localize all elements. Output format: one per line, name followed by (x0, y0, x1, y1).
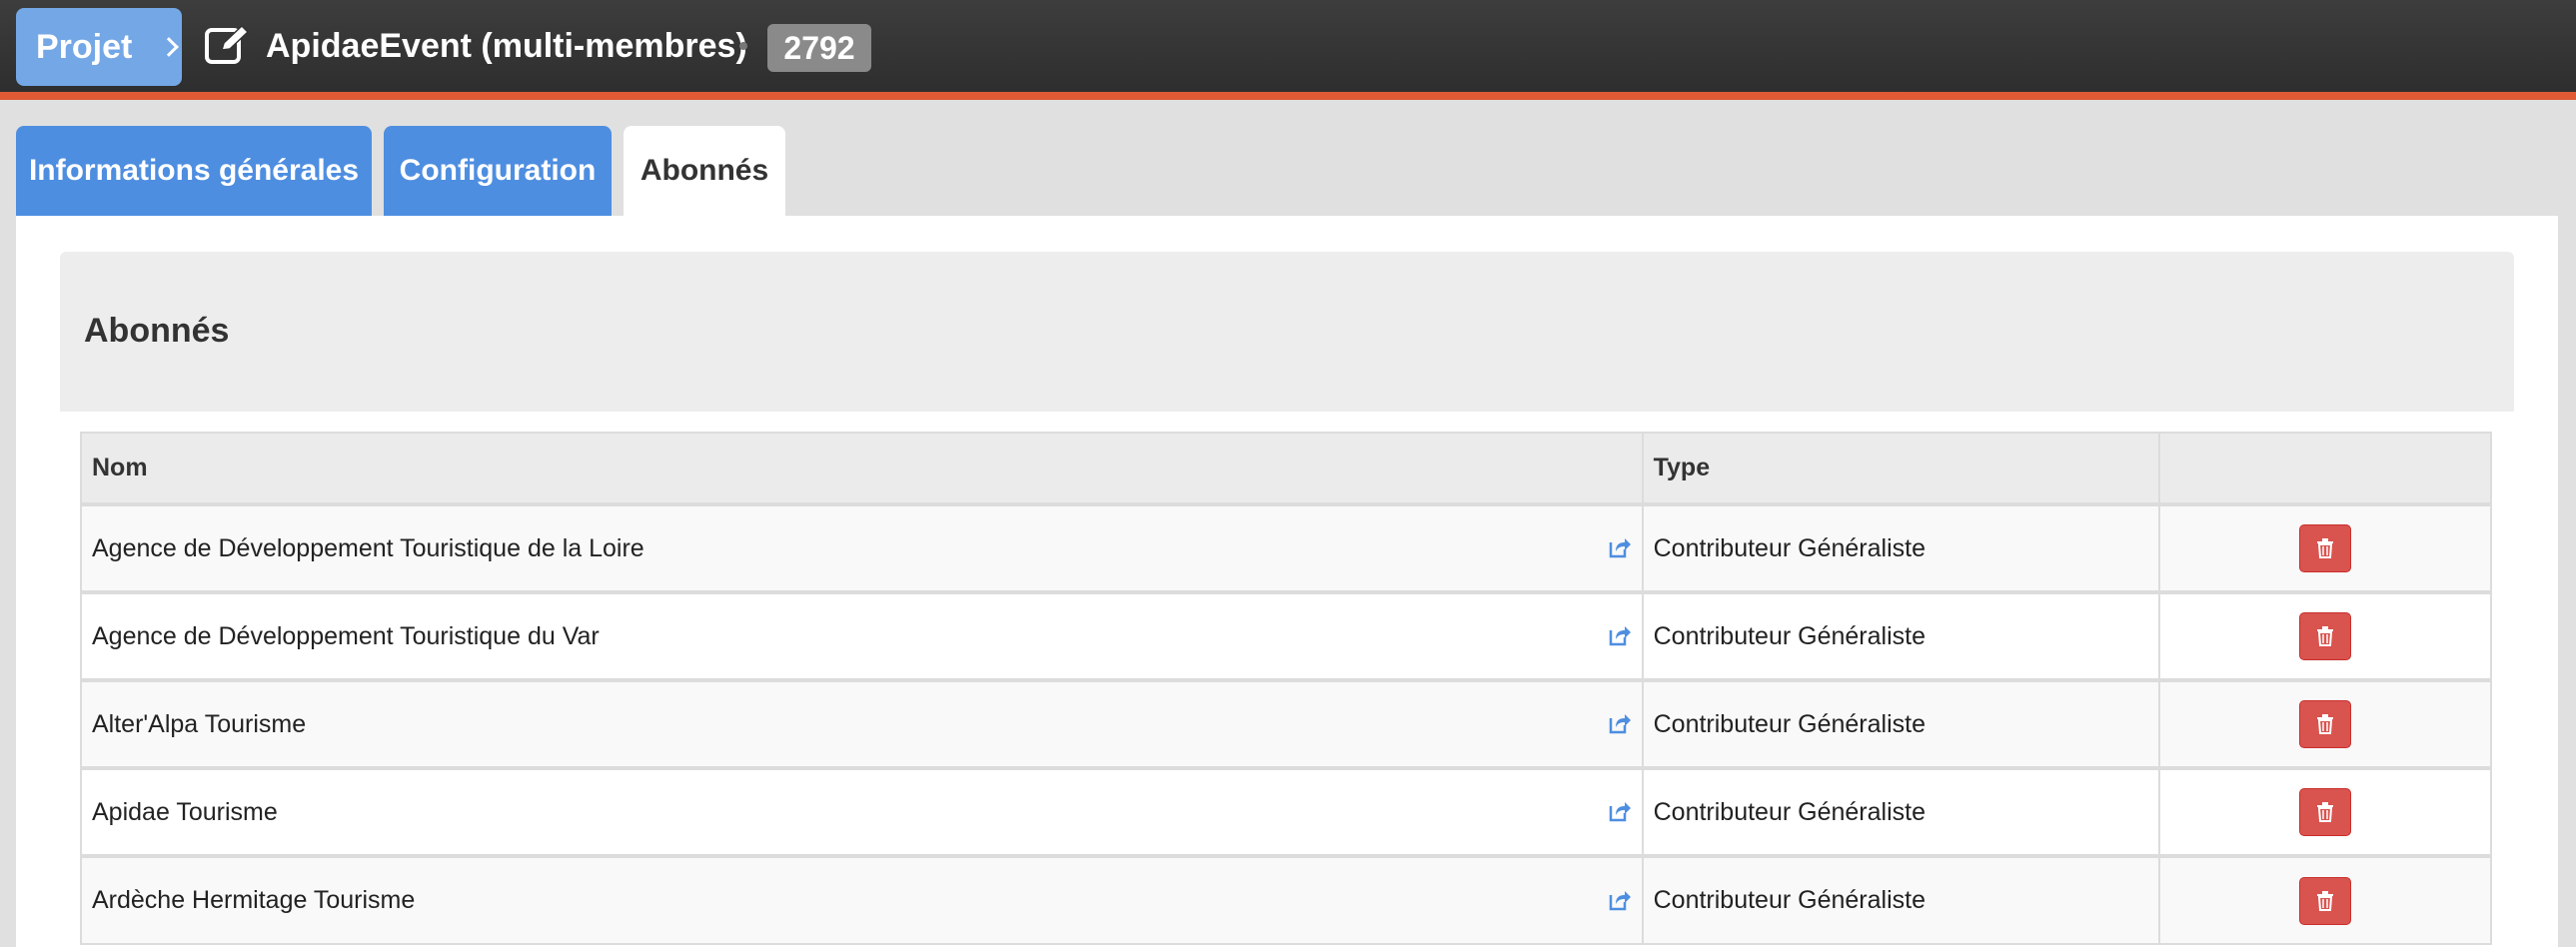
trash-icon (2317, 714, 2334, 734)
column-header-actions (2158, 432, 2492, 505)
delete-button[interactable] (2299, 876, 2352, 925)
actions-cell (2158, 502, 2492, 593)
delete-button[interactable] (2299, 612, 2352, 660)
type-cell: Contributeur Généraliste (1641, 678, 2161, 769)
content-panel: Abonnés Nom Type Agence de Développement… (16, 216, 2558, 947)
nom-cell: Agence de Développement Touristique du V… (80, 590, 1644, 681)
subscriber-name: Alter'Alpa Tourisme (92, 709, 307, 738)
subscriber-name: Agence de Développement Touristique de l… (92, 533, 644, 562)
table-row: Agence de Développement Touristique de l… (80, 502, 2492, 593)
actions-cell (2158, 590, 2492, 681)
section-header: Abonnés (60, 252, 2514, 412)
edit-icon (205, 24, 250, 64)
nom-cell: Ardèche Hermitage Tourisme (80, 854, 1644, 945)
subscriber-name: Agence de Développement Touristique du V… (92, 621, 600, 650)
projet-label: Projet (36, 27, 133, 66)
delete-button[interactable] (2299, 524, 2352, 572)
actions-cell (2158, 854, 2492, 945)
nom-cell: Alter'Alpa Tourisme (80, 678, 1644, 769)
projet-breadcrumb-button[interactable]: Projet (16, 8, 182, 86)
section-title: Abonnés (84, 312, 230, 350)
trash-icon (2317, 802, 2334, 822)
external-link-icon[interactable] (1608, 623, 1632, 647)
top-bar: Projet ApidaeEvent (multi-membres) 2792 (0, 0, 2576, 100)
table-row: Apidae Tourisme Contributeur Généraliste (80, 766, 2492, 857)
type-cell: Contributeur Généraliste (1641, 854, 2161, 945)
external-link-icon[interactable] (1608, 711, 1632, 735)
subscriber-name: Ardèche Hermitage Tourisme (92, 886, 416, 914)
separator-dot (739, 42, 747, 50)
external-link-icon[interactable] (1608, 535, 1632, 559)
delete-button[interactable] (2299, 700, 2352, 748)
type-cell: Contributeur Généraliste (1641, 502, 2161, 593)
subscribers-table: Nom Type Agence de Développement Tourist… (80, 432, 2492, 945)
table-header-row: Nom Type (80, 432, 2492, 505)
type-cell: Contributeur Généraliste (1641, 766, 2161, 857)
actions-cell (2158, 766, 2492, 857)
table-row: Alter'Alpa Tourisme Contributeur Général… (80, 678, 2492, 769)
external-link-icon[interactable] (1608, 799, 1632, 823)
project-id-badge: 2792 (767, 24, 871, 72)
nom-cell: Apidae Tourisme (80, 766, 1644, 857)
external-link-icon[interactable] (1608, 888, 1632, 912)
chevron-right-icon (159, 37, 180, 57)
actions-cell (2158, 678, 2492, 769)
tab-configuration[interactable]: Configuration (384, 126, 612, 216)
trash-icon (2317, 890, 2334, 911)
trash-icon (2317, 538, 2334, 558)
table-row: Ardèche Hermitage Tourisme Contributeur … (80, 854, 2492, 945)
column-header-nom: Nom (80, 432, 1644, 505)
nom-cell: Agence de Développement Touristique de l… (80, 502, 1644, 593)
delete-button[interactable] (2299, 788, 2352, 836)
tab-abonnes[interactable]: Abonnés (624, 126, 785, 216)
column-header-type: Type (1641, 432, 2161, 505)
project-title: ApidaeEvent (multi-membres) (266, 27, 747, 65)
subscriber-name: Apidae Tourisme (92, 797, 278, 826)
trash-icon (2317, 626, 2334, 646)
table-row: Agence de Développement Touristique du V… (80, 590, 2492, 681)
tab-informations-generales[interactable]: Informations générales (16, 126, 372, 216)
type-cell: Contributeur Généraliste (1641, 590, 2161, 681)
